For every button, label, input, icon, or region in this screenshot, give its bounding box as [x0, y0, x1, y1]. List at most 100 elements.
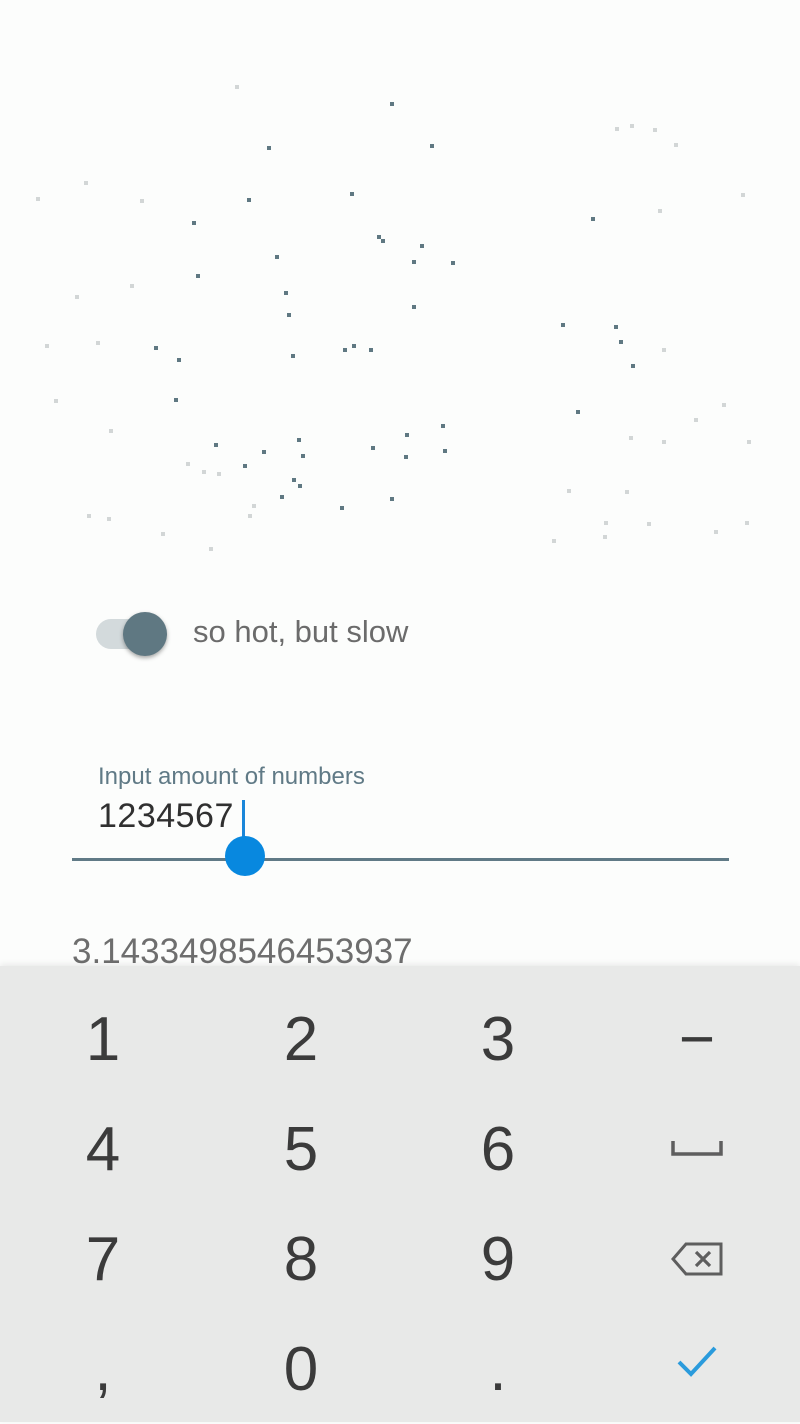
point-inside — [619, 340, 623, 344]
point-inside — [214, 443, 218, 447]
point-outside — [694, 418, 698, 422]
point-inside — [262, 450, 266, 454]
point-outside — [202, 470, 206, 474]
point-outside — [84, 181, 88, 185]
point-inside — [614, 325, 618, 329]
key-period[interactable]: . — [418, 1314, 578, 1424]
point-outside — [604, 521, 608, 525]
point-outside — [722, 403, 726, 407]
point-inside — [280, 495, 284, 499]
point-outside — [209, 547, 213, 551]
point-inside — [340, 506, 344, 510]
point-inside — [298, 484, 302, 488]
point-inside — [292, 478, 296, 482]
key-1[interactable]: 1 — [23, 984, 183, 1094]
checkmark-icon — [677, 1346, 717, 1377]
point-inside — [291, 354, 295, 358]
point-inside — [412, 260, 416, 264]
key-8[interactable]: 8 — [221, 1204, 381, 1314]
point-inside — [284, 291, 288, 295]
random-points-plot — [36, 85, 751, 551]
point-outside — [653, 128, 657, 132]
point-inside — [177, 358, 181, 362]
point-outside — [647, 522, 651, 526]
point-outside — [54, 399, 58, 403]
point-outside — [130, 284, 134, 288]
point-inside — [412, 305, 416, 309]
point-inside — [287, 313, 291, 317]
point-outside — [630, 124, 634, 128]
point-inside — [243, 464, 247, 468]
point-outside — [140, 199, 144, 203]
point-outside — [658, 209, 662, 213]
point-inside — [420, 244, 424, 248]
point-outside — [745, 521, 749, 525]
point-outside — [747, 440, 751, 444]
key-0[interactable]: 0 — [221, 1314, 381, 1424]
point-outside — [714, 530, 718, 534]
point-inside — [591, 217, 595, 221]
input-underline — [72, 858, 729, 861]
cursor-handle[interactable] — [225, 836, 265, 876]
point-inside — [405, 433, 409, 437]
point-inside — [631, 364, 635, 368]
key-2[interactable]: 2 — [221, 984, 381, 1094]
numeric-keyboard: 1 2 3 − 4 5 6 7 8 9 , 0 . — [0, 966, 800, 1422]
point-inside — [404, 455, 408, 459]
point-outside — [615, 127, 619, 131]
point-inside — [390, 497, 394, 501]
point-outside — [662, 440, 666, 444]
key-6[interactable]: 6 — [418, 1094, 578, 1204]
point-inside — [192, 221, 196, 225]
point-inside — [561, 323, 565, 327]
amount-input[interactable]: 1234567 — [98, 797, 234, 836]
point-inside — [343, 348, 347, 352]
point-outside — [552, 539, 556, 543]
point-inside — [371, 446, 375, 450]
backspace-icon — [671, 1242, 723, 1276]
key-3[interactable]: 3 — [418, 984, 578, 1094]
hot-slow-toggle[interactable] — [96, 612, 170, 660]
key-backspace[interactable] — [617, 1204, 777, 1314]
point-inside — [196, 274, 200, 278]
point-inside — [430, 144, 434, 148]
point-inside — [352, 344, 356, 348]
point-outside — [674, 143, 678, 147]
toggle-label: so hot, but slow — [193, 614, 409, 649]
point-inside — [443, 449, 447, 453]
point-outside — [96, 341, 100, 345]
point-inside — [267, 146, 271, 150]
point-outside — [75, 295, 79, 299]
point-outside — [741, 193, 745, 197]
key-done[interactable] — [617, 1306, 777, 1416]
point-inside — [441, 424, 445, 428]
point-inside — [247, 198, 251, 202]
key-4[interactable]: 4 — [23, 1094, 183, 1204]
point-inside — [174, 398, 178, 402]
point-inside — [390, 102, 394, 106]
key-7[interactable]: 7 — [23, 1204, 183, 1314]
amount-input-label: Input amount of numbers — [98, 763, 365, 790]
point-inside — [275, 255, 279, 259]
key-minus[interactable]: − — [617, 984, 777, 1094]
toggle-thumb — [123, 612, 167, 656]
point-inside — [301, 454, 305, 458]
key-5[interactable]: 5 — [221, 1094, 381, 1204]
key-comma[interactable]: , — [23, 1314, 183, 1424]
point-inside — [154, 346, 158, 350]
key-space[interactable] — [617, 1094, 777, 1204]
point-outside — [625, 490, 629, 494]
point-outside — [36, 197, 40, 201]
point-outside — [235, 85, 239, 89]
point-inside — [576, 410, 580, 414]
point-inside — [297, 438, 301, 442]
point-outside — [186, 462, 190, 466]
point-outside — [629, 436, 633, 440]
point-outside — [45, 344, 49, 348]
point-inside — [381, 239, 385, 243]
key-9[interactable]: 9 — [418, 1204, 578, 1314]
point-outside — [252, 504, 256, 508]
point-outside — [662, 348, 666, 352]
point-outside — [87, 514, 91, 518]
point-outside — [567, 489, 571, 493]
